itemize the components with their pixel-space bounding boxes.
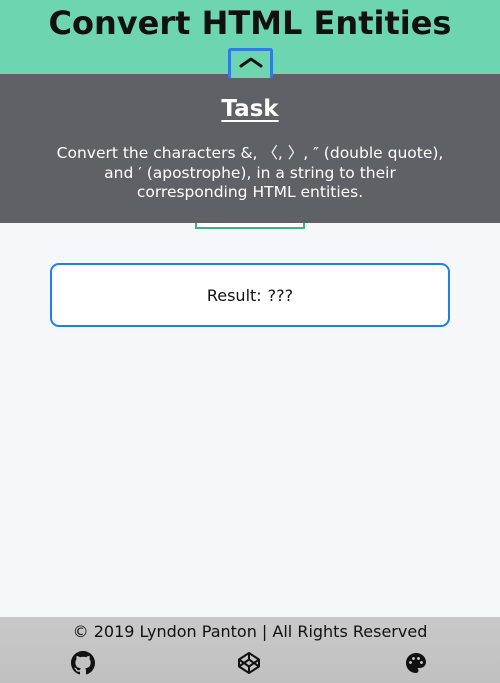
- task-panel: Task Convert the characters &, 〈, 〉, ″ (…: [0, 74, 500, 223]
- footer: © 2019 Lyndon Panton | All Rights Reserv…: [0, 617, 500, 683]
- task-heading: Task: [221, 96, 279, 122]
- app-title: Convert HTML Entities: [48, 4, 452, 42]
- github-icon: [71, 651, 95, 675]
- result-box: Result: ???: [50, 263, 450, 327]
- result-label: Result:: [206, 285, 262, 305]
- task-toggle-button[interactable]: [228, 48, 273, 78]
- copyright-text: © 2019 Lyndon Panton | All Rights Reserv…: [72, 622, 428, 641]
- result-value: ???: [267, 285, 294, 305]
- palette-icon: [406, 653, 426, 673]
- github-link[interactable]: [71, 651, 95, 675]
- palette-link[interactable]: [404, 651, 428, 675]
- chevron-up-icon: [239, 57, 263, 68]
- codepen-icon: [238, 652, 260, 674]
- codepen-link[interactable]: [237, 651, 261, 675]
- task-description: Convert the characters &, 〈, 〉, ″ (doubl…: [56, 144, 444, 201]
